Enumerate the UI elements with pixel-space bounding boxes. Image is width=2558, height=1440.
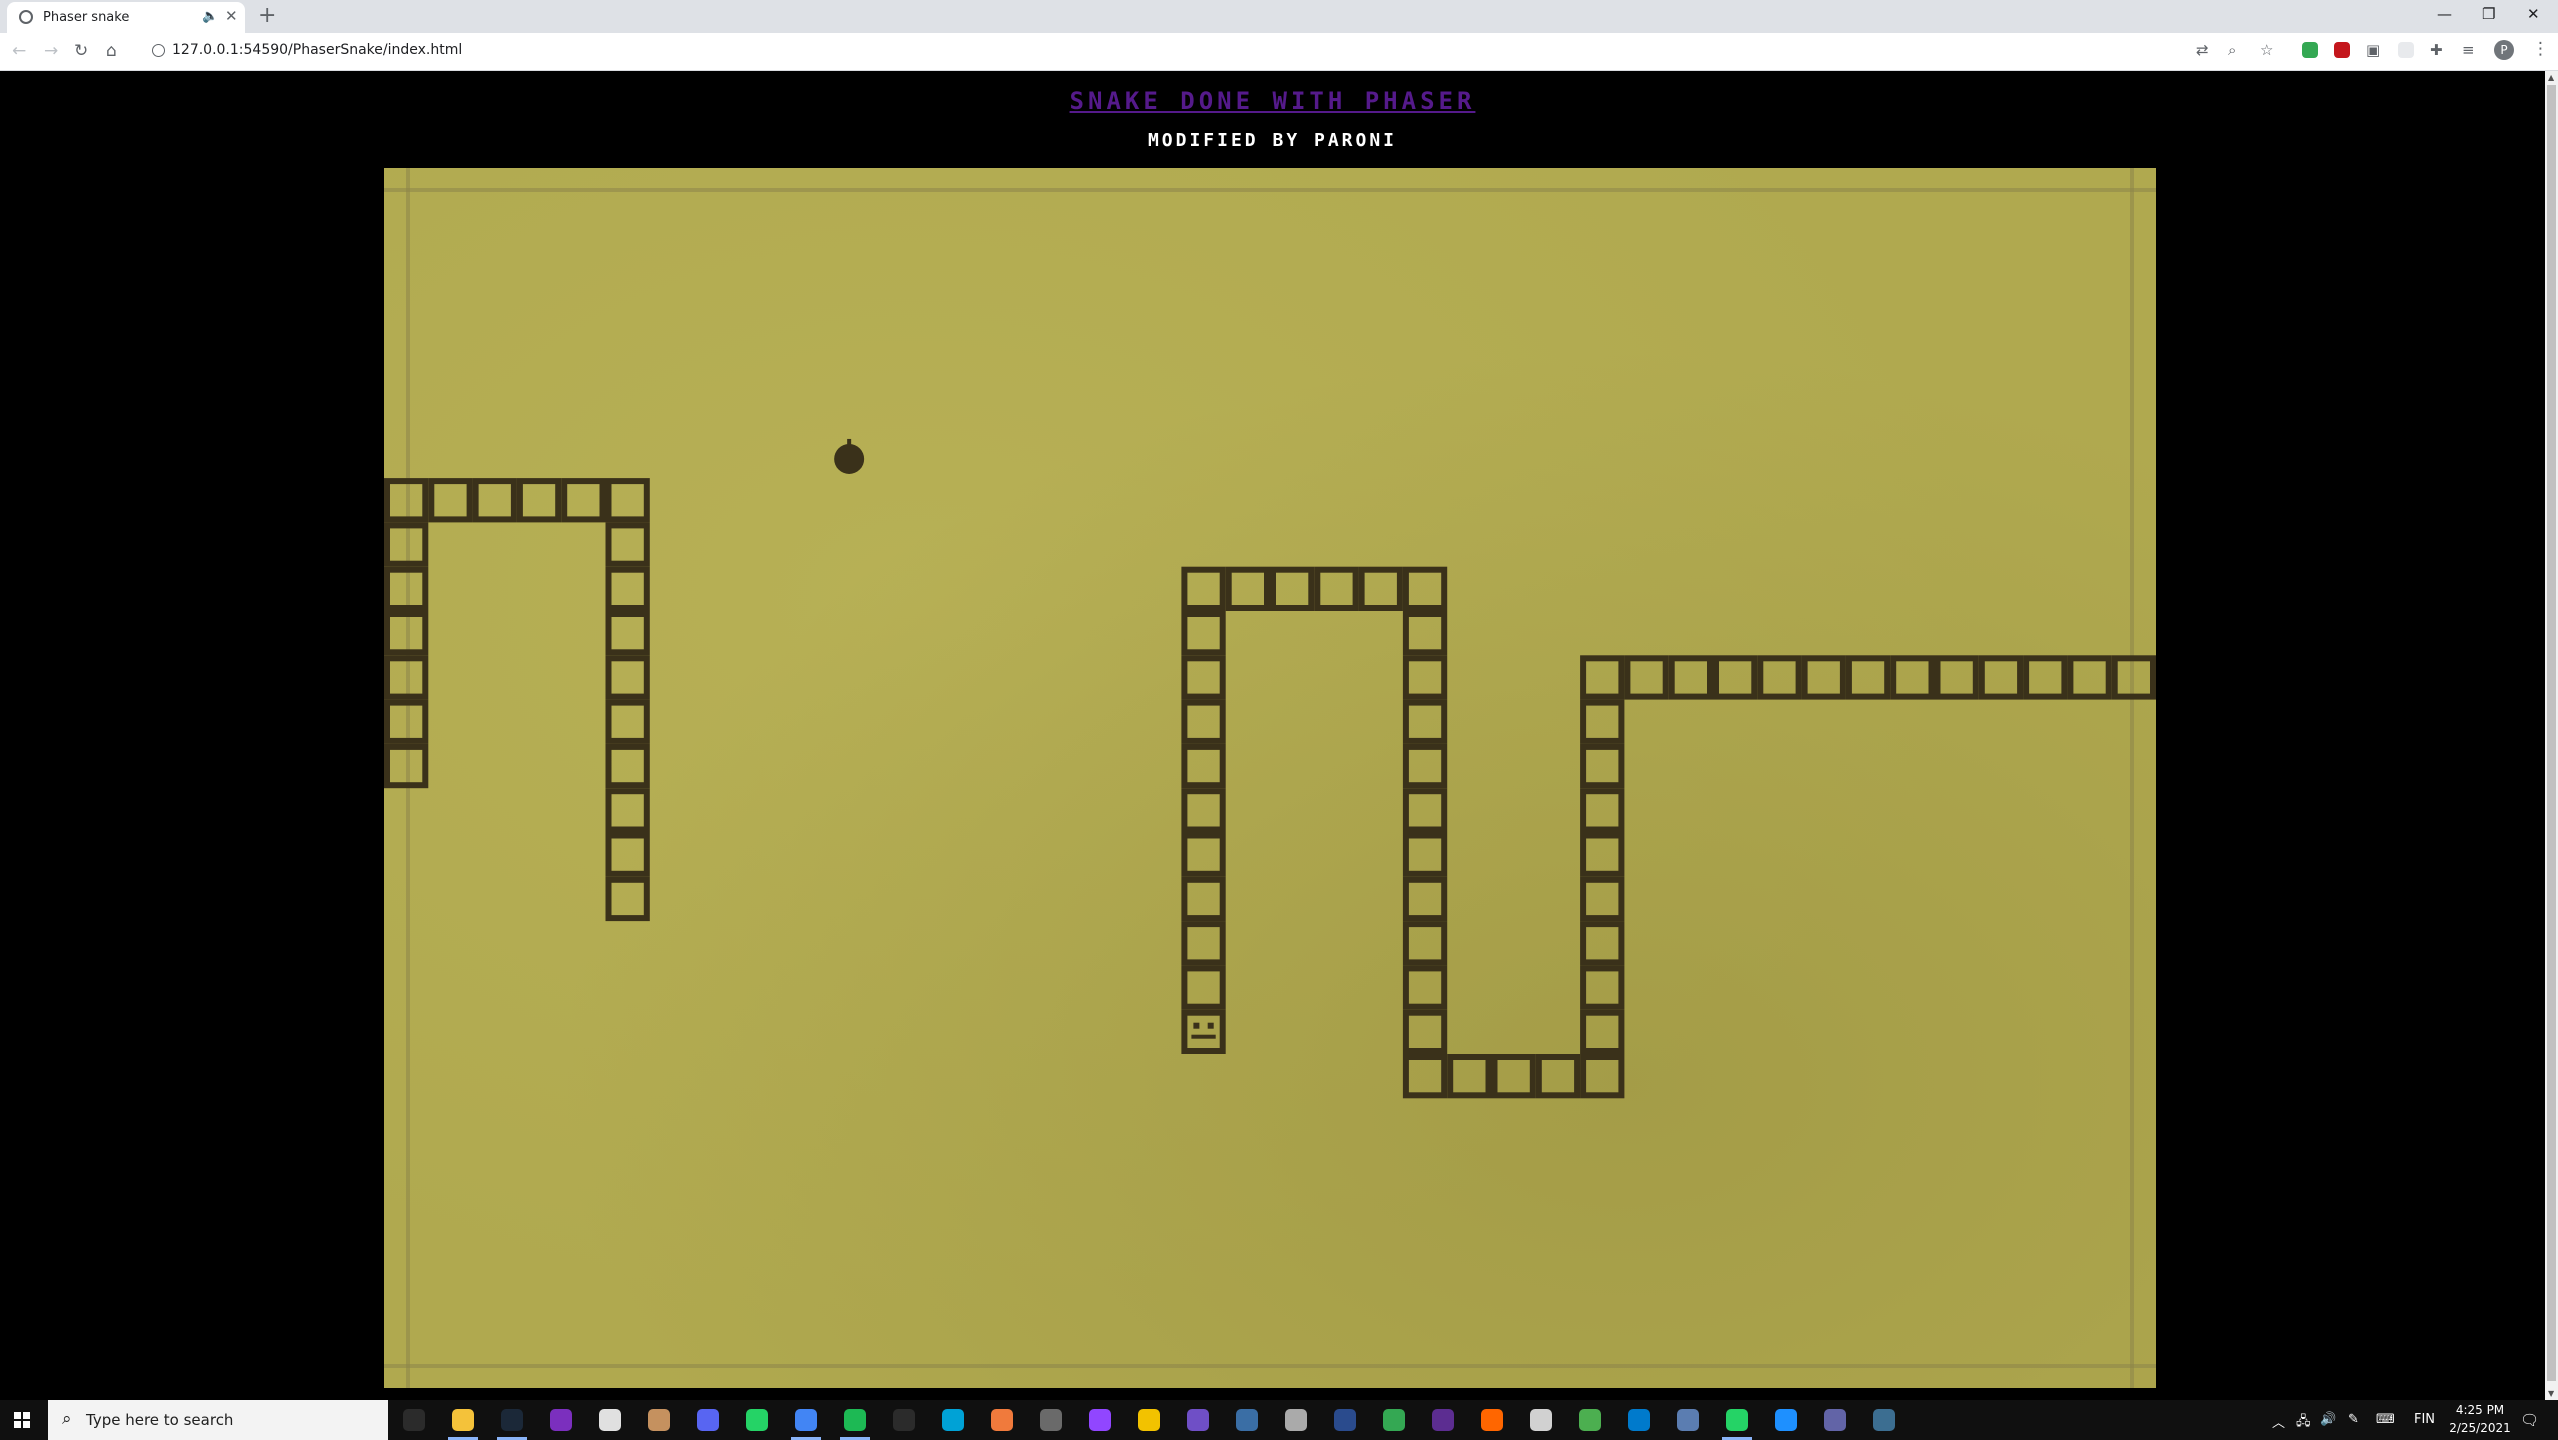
extension-icon[interactable] bbox=[2302, 42, 2318, 58]
taskbar-app-icon[interactable] bbox=[501, 1409, 523, 1431]
taskbar-app-icon[interactable] bbox=[648, 1409, 670, 1431]
close-tab-icon[interactable]: ✕ bbox=[225, 7, 238, 25]
snake-mouth bbox=[1191, 1034, 1216, 1039]
minimize-icon[interactable]: — bbox=[2437, 5, 2452, 23]
taskbar-app-icon[interactable] bbox=[942, 1409, 964, 1431]
taskbar-app-icon[interactable] bbox=[893, 1409, 915, 1431]
taskbar-app-icon[interactable] bbox=[1040, 1409, 1062, 1431]
taskbar-app-icon[interactable] bbox=[1432, 1409, 1454, 1431]
new-tab-icon[interactable]: + bbox=[258, 3, 276, 28]
media-queue-icon[interactable]: ≡ bbox=[2462, 41, 2475, 59]
search-icon: ⌕ bbox=[62, 1409, 72, 1429]
taskbar-app-icon[interactable] bbox=[1089, 1409, 1111, 1431]
restore-icon[interactable]: ❐ bbox=[2482, 5, 2495, 23]
tray-chevron-icon[interactable]: ︿ bbox=[2272, 1412, 2285, 1431]
clock-time[interactable]: 4:25 PM bbox=[2450, 1403, 2510, 1417]
scroll-up-arrow-icon[interactable]: ▲ bbox=[2548, 73, 2554, 82]
taskbar-app-icon[interactable] bbox=[1579, 1409, 1601, 1431]
taskbar-app-icon[interactable] bbox=[550, 1409, 572, 1431]
camera-icon[interactable]: ▣ bbox=[2366, 41, 2380, 59]
taskbar-app-icon[interactable] bbox=[1775, 1409, 1797, 1431]
taskbar-app-icon[interactable] bbox=[1726, 1409, 1748, 1431]
taskbar-app-icon[interactable] bbox=[1530, 1409, 1552, 1431]
taskbar-app-icon[interactable] bbox=[1334, 1409, 1356, 1431]
profile-avatar[interactable]: P bbox=[2494, 40, 2514, 60]
taskbar-app-icon[interactable] bbox=[1187, 1409, 1209, 1431]
taskbar-app-icon[interactable] bbox=[599, 1409, 621, 1431]
taskbar-app-icon[interactable] bbox=[452, 1409, 474, 1431]
snake-eye bbox=[1207, 1022, 1214, 1029]
taskbar-app-icon[interactable] bbox=[991, 1409, 1013, 1431]
close-window-icon[interactable]: ✕ bbox=[2527, 5, 2540, 23]
taskbar-app-icon[interactable] bbox=[1824, 1409, 1846, 1431]
taskbar-app-icon[interactable] bbox=[1873, 1409, 1895, 1431]
snake-eye bbox=[1193, 1022, 1200, 1029]
taskbar-search-box[interactable]: ⌕ Type here to search bbox=[48, 1400, 388, 1440]
pen-icon[interactable]: ✎ bbox=[2348, 1412, 2359, 1427]
back-icon[interactable]: ← bbox=[12, 41, 26, 61]
scroll-thumb[interactable] bbox=[2547, 85, 2556, 1381]
page-viewport: SNAKE DONE WITH PHASER MODIFIED BY PARON… bbox=[0, 71, 2545, 1400]
forward-icon[interactable]: → bbox=[44, 41, 58, 61]
taskbar-app-icon[interactable] bbox=[697, 1409, 719, 1431]
tab-strip: Phaser snake 🔈 ✕ + — ❐ ✕ bbox=[0, 0, 2558, 33]
tab-title: Phaser snake bbox=[43, 10, 130, 25]
puzzle-icon[interactable]: ✚ bbox=[2430, 41, 2443, 59]
notification-icon[interactable]: 🗨 bbox=[2520, 1411, 2539, 1429]
taskbar-app-icon[interactable] bbox=[1628, 1409, 1650, 1431]
search-placeholder: Type here to search bbox=[86, 1411, 234, 1429]
page-title-link[interactable]: SNAKE DONE WITH PHASER bbox=[0, 87, 2545, 115]
url-text[interactable]: 127.0.0.1:54590/PhaserSnake/index.html bbox=[172, 42, 462, 58]
taskbar: ⌕ Type here to search ︿ 🖧 🔊 ✎ ⌨ FIN 4:25… bbox=[0, 1400, 2558, 1440]
keyboard-icon[interactable]: ⌨ bbox=[2376, 1412, 2395, 1427]
page-subtitle: MODIFIED BY PARONI bbox=[1147, 130, 1398, 151]
language-indicator[interactable]: FIN bbox=[2414, 1412, 2435, 1427]
windows-start-icon[interactable] bbox=[14, 1412, 30, 1428]
network-icon[interactable]: 🖧 bbox=[2296, 1412, 2311, 1434]
address-bar[interactable]: 127.0.0.1:54590/PhaserSnake/index.html bbox=[140, 37, 2180, 65]
apple-stem bbox=[847, 438, 852, 447]
game-canvas[interactable] bbox=[384, 168, 2156, 1388]
clock-date[interactable]: 2/25/2021 bbox=[2448, 1421, 2512, 1435]
reload-icon[interactable]: ↻ bbox=[74, 41, 88, 61]
bookmark-star-icon[interactable]: ☆ bbox=[2260, 41, 2273, 59]
tab-phaser-snake[interactable]: Phaser snake 🔈 ✕ bbox=[7, 2, 245, 33]
taskbar-app-icon[interactable] bbox=[403, 1409, 425, 1431]
ublock-icon[interactable] bbox=[2334, 42, 2350, 58]
translate-icon[interactable]: ⇄ bbox=[2196, 41, 2209, 59]
taskbar-app-icon[interactable] bbox=[746, 1409, 768, 1431]
taskbar-app-icon[interactable] bbox=[795, 1409, 817, 1431]
taskbar-app-icon[interactable] bbox=[1138, 1409, 1160, 1431]
speaker-icon[interactable]: 🔈 bbox=[202, 9, 218, 24]
zoom-icon[interactable]: ⌕ bbox=[2228, 41, 2236, 59]
extension-icon[interactable] bbox=[2398, 42, 2414, 58]
globe-icon bbox=[19, 10, 33, 24]
info-icon[interactable] bbox=[152, 44, 165, 57]
taskbar-app-icon[interactable] bbox=[1677, 1409, 1699, 1431]
apple-icon bbox=[834, 443, 865, 474]
taskbar-app-icon[interactable] bbox=[1236, 1409, 1258, 1431]
browser-toolbar: ← → ↻ ⌂ 127.0.0.1:54590/PhaserSnake/inde… bbox=[0, 33, 2558, 71]
taskbar-app-icon[interactable] bbox=[1481, 1409, 1503, 1431]
menu-icon[interactable]: ⋮ bbox=[2532, 39, 2549, 59]
scrollbar[interactable]: ▲ ▼ bbox=[2545, 71, 2558, 1400]
taskbar-app-icon[interactable] bbox=[1285, 1409, 1307, 1431]
home-icon[interactable]: ⌂ bbox=[106, 41, 117, 61]
taskbar-app-icon[interactable] bbox=[844, 1409, 866, 1431]
scroll-down-arrow-icon[interactable]: ▼ bbox=[2548, 1389, 2554, 1398]
volume-icon[interactable]: 🔊 bbox=[2320, 1412, 2336, 1427]
taskbar-app-icon[interactable] bbox=[1383, 1409, 1405, 1431]
